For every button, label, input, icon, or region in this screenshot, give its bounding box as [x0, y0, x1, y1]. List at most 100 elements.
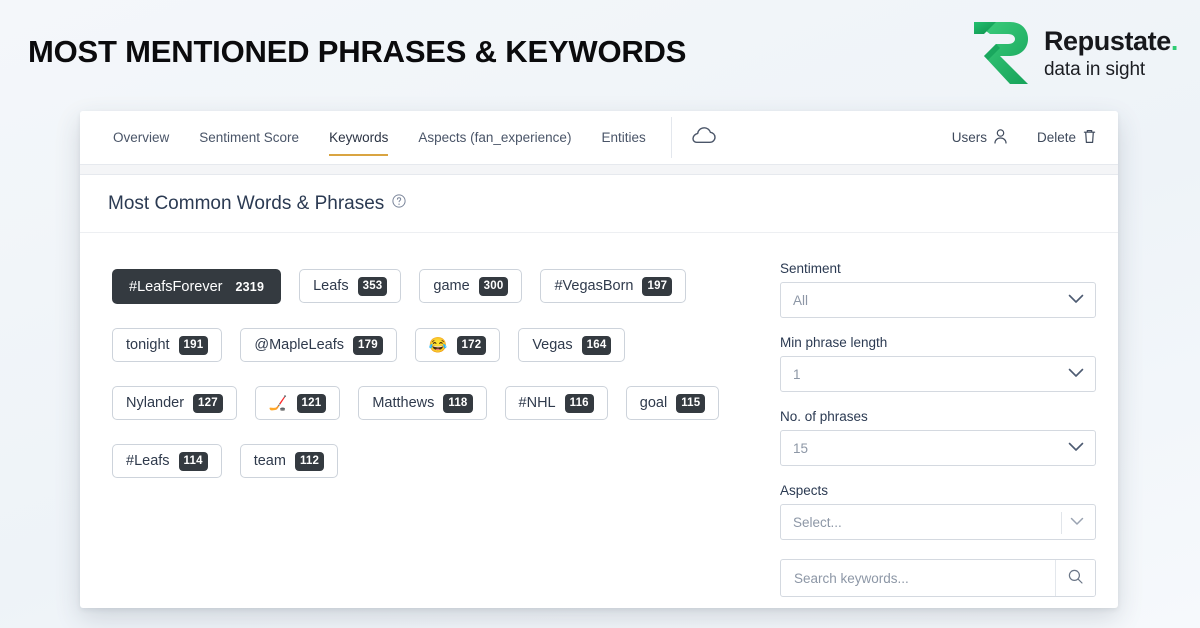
min-phrase-length-value: 1: [793, 366, 801, 382]
keyword-label: team: [253, 453, 286, 469]
tab-aspects-label: Aspects (fan_experience): [418, 130, 572, 145]
logo-name: Repustate: [1043, 25, 1171, 56]
tab-overview[interactable]: Overview: [98, 111, 184, 164]
cloud-button[interactable]: [672, 111, 732, 164]
keyword-count: 300: [478, 276, 509, 296]
tab-sentiment-score[interactable]: Sentiment Score: [184, 111, 314, 164]
logo-name-dot: .: [1170, 25, 1179, 56]
filters-panel: Sentiment All Min phrase length 1 No. of…: [780, 233, 1118, 607]
keyword-label: Nylander: [126, 395, 185, 411]
keyword-label: Matthews: [372, 395, 435, 411]
field-min-phrase-length: Min phrase length 1: [780, 335, 1096, 392]
keyword-chip[interactable]: #LeafsForever 2319: [112, 269, 282, 304]
keyword-count: 112: [294, 451, 325, 471]
keyword-chip[interactable]: team 112: [239, 444, 339, 478]
keyword-count: 179: [353, 335, 383, 355]
no-of-phrases-select[interactable]: 15: [780, 430, 1096, 466]
trash-icon: [1083, 129, 1096, 147]
tabbar-strip: [80, 164, 1118, 175]
keyword-row: #Leafs 114 team 112: [112, 444, 780, 478]
min-phrase-length-select[interactable]: 1: [780, 356, 1096, 392]
keyword-label: @MapleLeafs: [254, 337, 345, 353]
sentiment-value: All: [793, 292, 809, 308]
keyword-count: 121: [296, 393, 327, 413]
question-circle-icon[interactable]: [392, 194, 406, 213]
chevron-down-icon: [1068, 439, 1084, 457]
app-card: Overview Sentiment Score Keywords Aspect…: [80, 111, 1118, 608]
tab-keywords-label: Keywords: [329, 130, 389, 145]
keyword-label: goal: [639, 395, 668, 411]
repustate-logo: Repustate. data in sight: [970, 20, 1178, 86]
page-header: MOST MENTIONED PHRASES & KEYWORDS Repust…: [0, 0, 1200, 104]
keyword-chip[interactable]: 🏒 121: [254, 386, 341, 420]
repustate-logo-text: Repustate. data in sight: [1043, 25, 1179, 80]
panel-title: Most Common Words & Phrases: [108, 192, 385, 214]
chevron-down-icon: [1068, 291, 1084, 309]
keyword-chip[interactable]: @MapleLeafs 179: [240, 328, 397, 362]
keyword-chip[interactable]: game 300: [419, 269, 523, 303]
search-input[interactable]: [781, 560, 1055, 596]
keyword-label: #NHL: [518, 395, 556, 411]
panel-body: #LeafsForever 2319 Leafs 353 game 300 #V…: [80, 233, 1118, 607]
cloud-icon: [692, 126, 716, 149]
keyword-row: Nylander 127 🏒 121 Matthews 118 #NHL 116…: [112, 386, 780, 420]
tab-list: Overview Sentiment Score Keywords Aspect…: [80, 111, 661, 164]
sentiment-select[interactable]: All: [780, 282, 1096, 318]
repustate-logo-mark: [970, 20, 1032, 86]
delete-button[interactable]: Delete: [1037, 129, 1096, 147]
min-phrase-length-label: Min phrase length: [780, 335, 888, 350]
keyword-chip[interactable]: goal 115: [625, 386, 720, 420]
tab-bar-actions: Users Delete: [952, 111, 1118, 164]
tab-bar: Overview Sentiment Score Keywords Aspect…: [80, 111, 1118, 164]
keyword-label: Leafs: [313, 278, 349, 294]
delete-label: Delete: [1036, 130, 1076, 145]
keyword-label: #VegasBorn: [554, 278, 634, 294]
keyword-chip[interactable]: Leafs 353: [299, 269, 402, 303]
keyword-row: tonight 191 @MapleLeafs 179 😂 172 Vegas …: [112, 328, 780, 362]
keyword-chip[interactable]: #Leafs 114: [112, 444, 222, 478]
no-of-phrases-value: 15: [793, 440, 809, 456]
tab-entities[interactable]: Entities: [586, 111, 660, 164]
keyword-chip[interactable]: Vegas 164: [518, 328, 626, 362]
keyword-count: 197: [642, 276, 673, 296]
keyword-count: 164: [581, 335, 612, 355]
keyword-chip[interactable]: Matthews 118: [358, 386, 487, 420]
keyword-row: #LeafsForever 2319 Leafs 353 game 300 #V…: [112, 269, 780, 304]
tab-overview-label: Overview: [113, 130, 170, 145]
keyword-emoji: 🏒: [268, 394, 288, 412]
keyword-chip-area: #LeafsForever 2319 Leafs 353 game 300 #V…: [80, 233, 780, 607]
no-of-phrases-label: No. of phrases: [780, 409, 868, 424]
tab-keywords[interactable]: Keywords: [314, 111, 403, 164]
page-title: MOST MENTIONED PHRASES & KEYWORDS: [28, 34, 687, 69]
panel-header: Most Common Words & Phrases: [80, 175, 1118, 233]
keyword-label: #LeafsForever: [129, 278, 223, 295]
sentiment-label: Sentiment: [780, 261, 841, 276]
aspects-select[interactable]: Select...: [780, 504, 1096, 540]
user-icon: [994, 128, 1007, 147]
keyword-count: 118: [443, 393, 473, 413]
keyword-count: 353: [357, 276, 388, 296]
aspects-separator: [1061, 512, 1062, 534]
tab-entities-label: Entities: [601, 130, 646, 145]
keyword-count: 114: [178, 451, 208, 471]
aspects-label: Aspects: [780, 483, 829, 498]
keyword-chip[interactable]: #VegasBorn 197: [540, 269, 687, 303]
keyword-chip[interactable]: 😂 172: [414, 328, 501, 362]
search-button[interactable]: [1055, 560, 1095, 596]
field-aspects: Aspects Select...: [780, 483, 1096, 540]
keyword-chip[interactable]: #NHL 116: [504, 386, 608, 420]
search-icon: [1068, 569, 1083, 587]
keyword-count: 116: [564, 393, 594, 413]
keyword-label: Vegas: [532, 337, 573, 353]
keyword-chip[interactable]: Nylander 127: [112, 386, 237, 420]
tab-aspects[interactable]: Aspects (fan_experience): [403, 111, 586, 164]
users-button[interactable]: Users: [952, 128, 1007, 147]
chevron-down-icon: [1068, 365, 1084, 383]
keyword-count: 191: [178, 335, 209, 355]
logo-tagline: data in sight: [1043, 58, 1146, 80]
keyword-chip[interactable]: tonight 191: [112, 328, 223, 362]
keyword-label: game: [433, 278, 470, 294]
keyword-count: 2319: [235, 279, 265, 294]
field-no-of-phrases: No. of phrases 15: [780, 409, 1096, 466]
keyword-search: [780, 559, 1096, 597]
